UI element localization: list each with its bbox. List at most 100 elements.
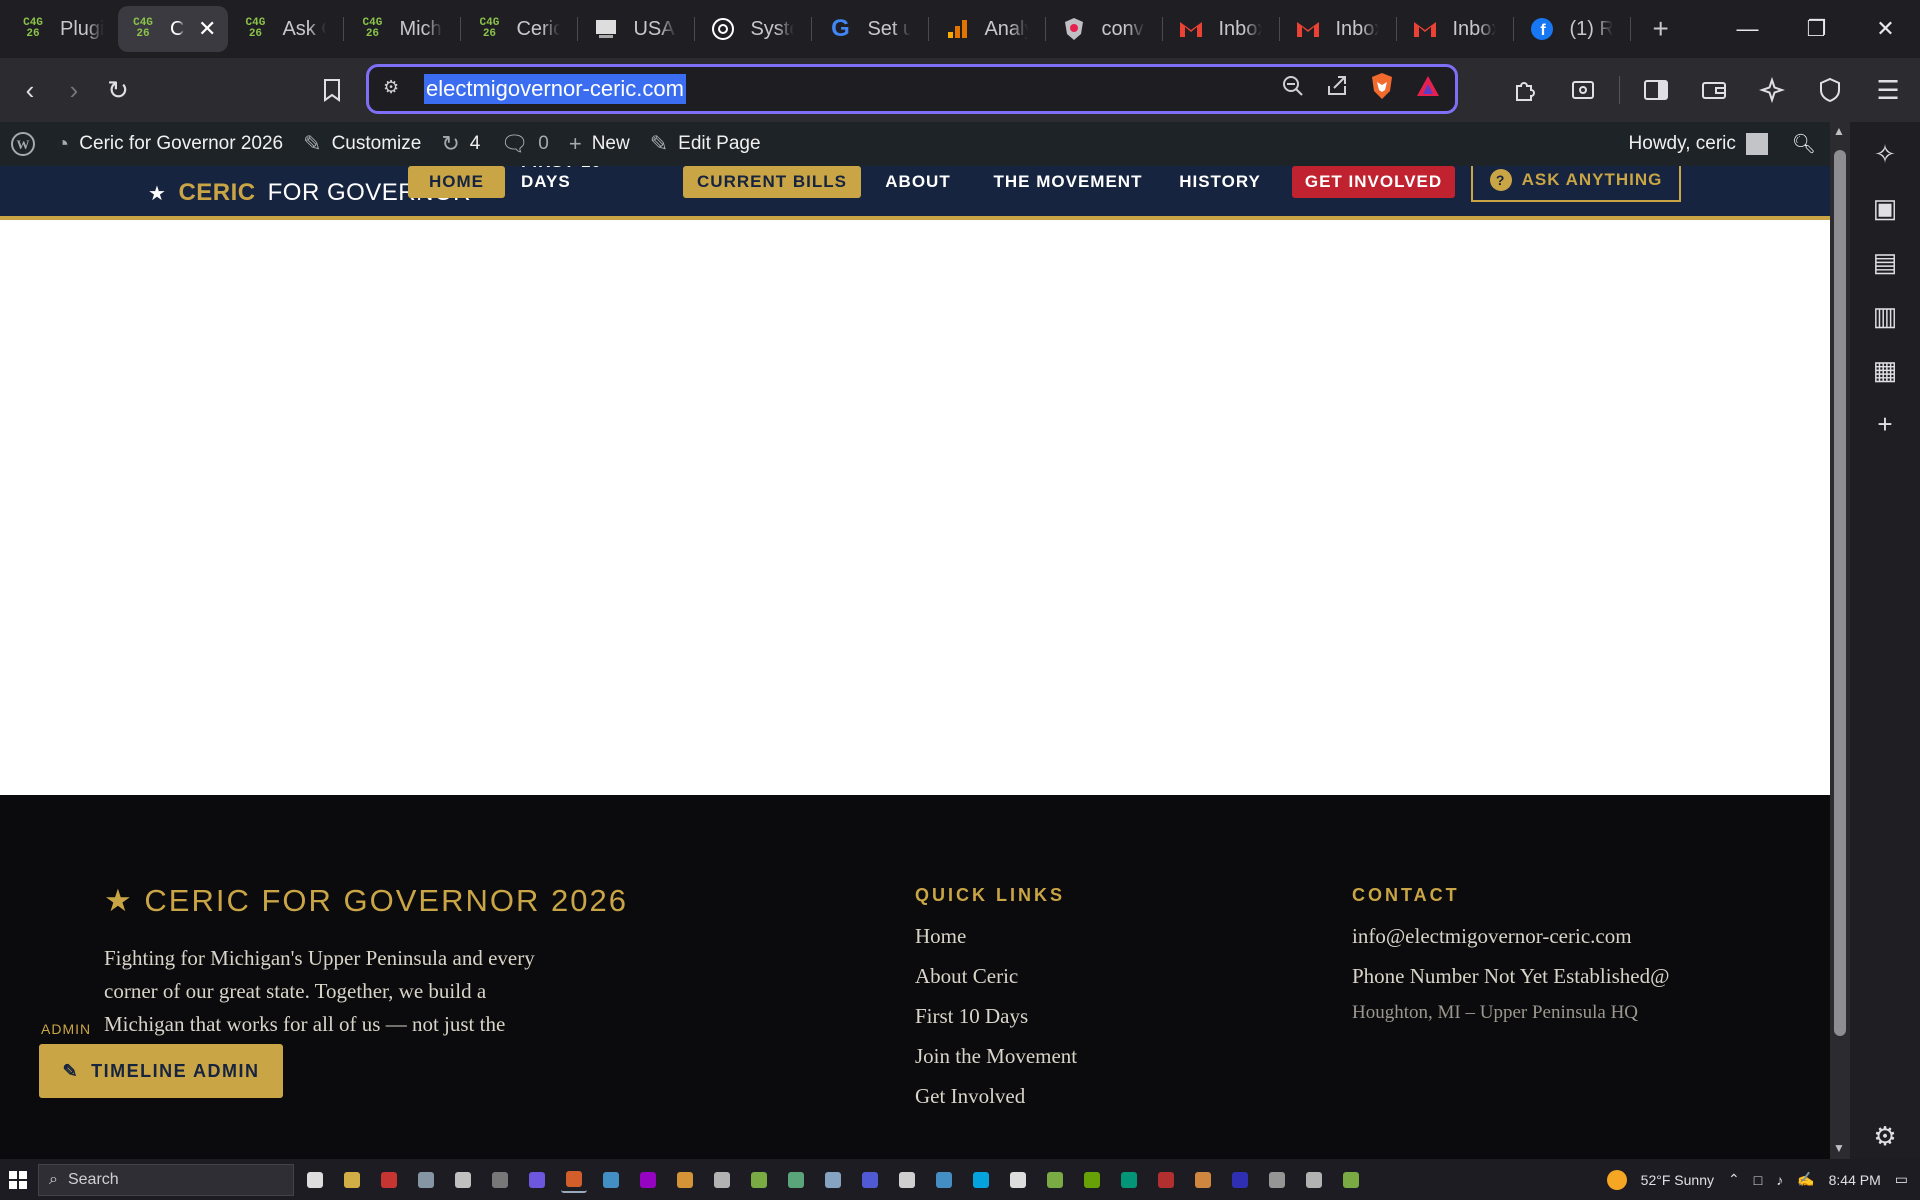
browser-tab[interactable]: Inbox — [1166, 6, 1274, 52]
nav-item-the-movement[interactable]: THE MOVEMENT — [990, 166, 1146, 198]
browser-tab[interactable]: Inbox — [1283, 6, 1391, 52]
wp-logo[interactable]: W — [0, 122, 46, 166]
leo-search-icon[interactable] — [1561, 68, 1605, 112]
wp-comments[interactable]: 🗨 0 — [490, 122, 559, 166]
taskbar-app-icon[interactable] — [820, 1167, 846, 1193]
vpn-shield-icon[interactable] — [1808, 68, 1852, 112]
taskbar-app-icon[interactable] — [968, 1167, 994, 1193]
extensions-icon[interactable] — [1503, 68, 1547, 112]
browser-tab[interactable]: Analy — [932, 6, 1040, 52]
gear-icon[interactable]: ⚙ — [1850, 1116, 1920, 1156]
footer-quick-link[interactable]: About Ceric — [915, 964, 1018, 989]
taskbar-app-icon[interactable] — [339, 1167, 365, 1193]
taskbar-app-icon[interactable] — [1227, 1167, 1253, 1193]
browser-tab[interactable]: C4G 26 Plugi — [8, 6, 116, 52]
nav-item-about[interactable]: ABOUT — [876, 166, 960, 198]
weather-label[interactable]: 52°F Sunny — [1641, 1172, 1714, 1188]
wp-account[interactable]: Howdy, ceric — [1619, 122, 1778, 166]
leo-ai-icon[interactable] — [1750, 68, 1794, 112]
sidebar-toggle-icon[interactable] — [1634, 68, 1678, 112]
browser-tab[interactable]: C4G 26 Ceric — [464, 6, 572, 52]
taskbar-search[interactable]: ⌕ Search — [38, 1163, 294, 1196]
brave-shields-icon[interactable] — [1369, 72, 1395, 106]
scrollbar-thumb[interactable] — [1834, 150, 1846, 1036]
wp-site-name[interactable]: ◔ Ceric for Governor 2026 — [46, 122, 293, 166]
page-scrollbar[interactable]: ▲ ▼ — [1830, 122, 1850, 1159]
footer-quick-link[interactable]: Get Involved — [915, 1084, 1025, 1109]
zoom-out-icon[interactable] — [1281, 74, 1305, 104]
leo-ai-icon[interactable]: ✧ — [1850, 134, 1920, 174]
reload-button[interactable]: ↻ — [96, 68, 140, 112]
taskbar-app-icon[interactable] — [1042, 1167, 1068, 1193]
site-settings-icon[interactable]: ⚙ — [383, 77, 399, 98]
taskbar-app-icon[interactable] — [1116, 1167, 1142, 1193]
restore-button[interactable]: ❐ — [1782, 0, 1851, 58]
nav-item-first-10-days[interactable]: FIRST 10 DAYS — [521, 166, 656, 198]
network-icon[interactable]: □ — [1754, 1172, 1762, 1188]
footer-quick-link[interactable]: Home — [915, 924, 966, 949]
scroll-down-icon[interactable]: ▼ — [1833, 1141, 1845, 1155]
timeline-admin-button[interactable]: ✎ TIMELINE ADMIN — [39, 1044, 283, 1098]
taskbar-app-icon[interactable] — [1190, 1167, 1216, 1193]
reading-list-icon[interactable]: ▦ — [1850, 350, 1920, 390]
taskbar-app-icon[interactable] — [302, 1167, 328, 1193]
add-panel-icon[interactable]: + — [1850, 404, 1920, 444]
minimize-button[interactable]: — — [1713, 0, 1782, 58]
wp-edit-page[interactable]: ✎ Edit Page — [640, 122, 771, 166]
taskbar-app-icon[interactable] — [413, 1167, 439, 1193]
back-button[interactable]: ‹ — [8, 68, 52, 112]
chevron-up-icon[interactable]: ⌃ — [1728, 1171, 1740, 1188]
wallet-icon[interactable] — [1692, 68, 1736, 112]
taskbar-app-icon[interactable] — [894, 1167, 920, 1193]
close-tab-icon[interactable]: ✕ — [198, 16, 216, 42]
browser-tab[interactable]: C4G26 Ask C — [230, 6, 338, 52]
taskbar-app-icon[interactable] — [524, 1167, 550, 1193]
taskbar-app-icon[interactable] — [1153, 1167, 1179, 1193]
share-icon[interactable] — [1325, 74, 1349, 104]
clock[interactable]: 8:44 PM — [1829, 1172, 1881, 1188]
contact-email[interactable]: info@electmigovernor-ceric.com — [1352, 924, 1632, 949]
brave-rewards-icon[interactable] — [1415, 74, 1441, 104]
taskbar-app-icon[interactable] — [857, 1167, 883, 1193]
taskbar-app-icon[interactable] — [561, 1167, 587, 1193]
taskbar-app-icon[interactable] — [931, 1167, 957, 1193]
taskbar-app-icon[interactable] — [376, 1167, 402, 1193]
url-text[interactable]: electmigovernor-ceric.com — [424, 74, 686, 104]
address-bar[interactable]: ⚙ electmigovernor-ceric.com — [366, 64, 1458, 114]
taskbar-app-icon[interactable] — [1301, 1167, 1327, 1193]
taskbar-app-icon[interactable] — [746, 1167, 772, 1193]
wp-search-icon[interactable]: 🔍︎ — [1778, 122, 1830, 166]
nav-item-home[interactable]: HOME — [408, 166, 505, 198]
new-tab-button[interactable]: + — [1652, 13, 1668, 45]
taskbar-app-icon[interactable] — [1264, 1167, 1290, 1193]
notification-icon[interactable]: ▭ — [1895, 1171, 1908, 1188]
browser-tab[interactable]: Syste — [698, 6, 806, 52]
browser-tab[interactable]: C4G 26 Mich — [347, 6, 455, 52]
taskbar-app-icon[interactable] — [672, 1167, 698, 1193]
scroll-up-icon[interactable]: ▲ — [1833, 124, 1845, 138]
wallet-icon[interactable]: ▤ — [1850, 242, 1920, 282]
forward-button[interactable]: › — [52, 68, 96, 112]
menu-icon[interactable]: ☰ — [1866, 68, 1910, 112]
taskbar-app-icon[interactable] — [783, 1167, 809, 1193]
browser-tab[interactable]: G Set u — [815, 6, 923, 52]
close-window-button[interactable]: ✕ — [1851, 0, 1920, 58]
bookmark-icon[interactable] — [310, 68, 354, 112]
wp-customize[interactable]: ✎ Customize — [293, 122, 431, 166]
browser-tab[interactable]: USA — [581, 6, 689, 52]
taskbar-app-icon[interactable] — [487, 1167, 513, 1193]
browser-tab[interactable]: Inbox — [1400, 6, 1508, 52]
footer-quick-link[interactable]: First 10 Days — [915, 1004, 1028, 1029]
browser-tab[interactable]: conv — [1049, 6, 1157, 52]
ask-anything-button[interactable]: ? ASK ANYTHING — [1471, 166, 1681, 202]
browser-tab[interactable]: f (1) Re — [1517, 6, 1625, 52]
windows-start-icon[interactable] — [0, 1159, 36, 1200]
taskbar-app-icon[interactable] — [635, 1167, 661, 1193]
footer-quick-link[interactable]: Join the Movement — [915, 1044, 1077, 1069]
nav-item-history[interactable]: HISTORY — [1172, 166, 1268, 198]
browser-tab[interactable]: C4G 26 C ✕ — [118, 6, 229, 52]
taskbar-app-icon[interactable] — [1338, 1167, 1364, 1193]
pen-icon[interactable]: ✍ — [1797, 1171, 1814, 1188]
volume-icon[interactable]: ♪ — [1776, 1172, 1783, 1188]
nav-item-get-involved[interactable]: GET INVOLVED — [1292, 166, 1455, 198]
